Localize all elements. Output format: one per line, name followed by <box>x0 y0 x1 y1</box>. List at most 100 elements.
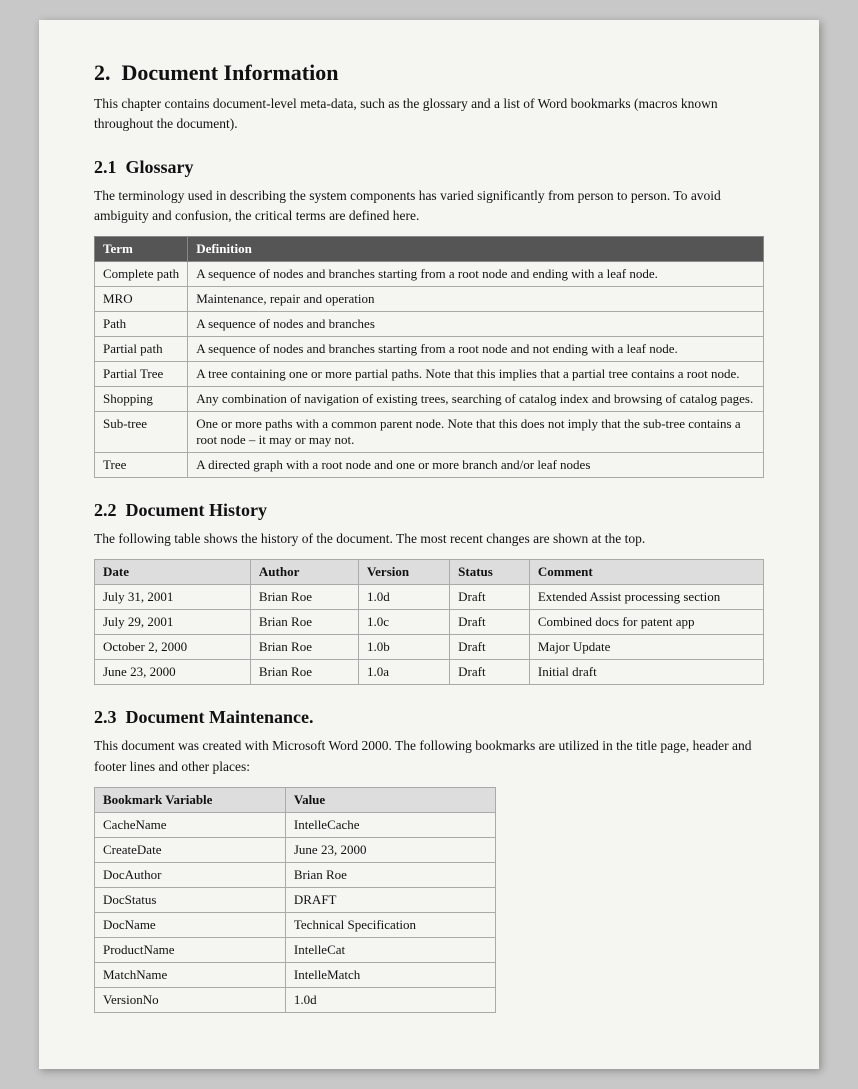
bookmark-value: IntelleCache <box>285 812 495 837</box>
history-cell: Combined docs for patent app <box>529 610 763 635</box>
glossary-table: Term Definition Complete pathA sequence … <box>94 236 764 478</box>
glossary-term: Sub-tree <box>95 412 188 453</box>
bookmark-value: 1.0d <box>285 987 495 1012</box>
bookmark-variable: CreateDate <box>95 837 286 862</box>
glossary-row: Partial pathA sequence of nodes and bran… <box>95 337 764 362</box>
glossary-row: PathA sequence of nodes and branches <box>95 312 764 337</box>
glossary-term: Partial Tree <box>95 362 188 387</box>
history-cell: Brian Roe <box>250 635 358 660</box>
glossary-row: ShoppingAny combination of navigation of… <box>95 387 764 412</box>
history-row: June 23, 2000Brian Roe1.0aDraftInitial d… <box>95 660 764 685</box>
glossary-definition: A sequence of nodes and branches startin… <box>188 337 764 362</box>
section-number: 2. <box>94 60 111 85</box>
glossary-definition: A directed graph with a root node and on… <box>188 453 764 478</box>
glossary-row: Partial TreeA tree containing one or mor… <box>95 362 764 387</box>
glossary-row: TreeA directed graph with a root node an… <box>95 453 764 478</box>
glossary-definition: One or more paths with a common parent n… <box>188 412 764 453</box>
glossary-definition: A sequence of nodes and branches <box>188 312 764 337</box>
subsection-2-2-heading: Document History <box>126 500 267 520</box>
bookmark-variable: DocAuthor <box>95 862 286 887</box>
history-col-author: Author <box>250 560 358 585</box>
bookmark-value: Brian Roe <box>285 862 495 887</box>
bookmark-row: CreateDateJune 23, 2000 <box>95 837 496 862</box>
subsection-2-1-title: 2.1 Glossary <box>94 157 764 178</box>
history-row: July 29, 2001Brian Roe1.0cDraftCombined … <box>95 610 764 635</box>
bookmark-row: MatchNameIntelleMatch <box>95 962 496 987</box>
subsection-2-3-number: 2.3 <box>94 707 117 727</box>
subsection-2-2-number: 2.2 <box>94 500 117 520</box>
glossary-term: Tree <box>95 453 188 478</box>
glossary-row: MROMaintenance, repair and operation <box>95 287 764 312</box>
bookmark-col-bookmark-variable: Bookmark Variable <box>95 787 286 812</box>
history-col-comment: Comment <box>529 560 763 585</box>
page: 2. Document Information This chapter con… <box>39 20 819 1069</box>
history-cell: 1.0d <box>358 585 449 610</box>
glossary-definition: A sequence of nodes and branches startin… <box>188 262 764 287</box>
section-heading: Document Information <box>122 60 339 85</box>
glossary-term: Path <box>95 312 188 337</box>
history-cell: Brian Roe <box>250 585 358 610</box>
bookmark-value: DRAFT <box>285 887 495 912</box>
subsection-2-3-heading: Document Maintenance. <box>126 707 314 727</box>
history-table: DateAuthorVersionStatusComment July 31, … <box>94 559 764 685</box>
bookmark-row: VersionNo1.0d <box>95 987 496 1012</box>
glossary-definition: Any combination of navigation of existin… <box>188 387 764 412</box>
section-title: 2. Document Information <box>94 60 764 86</box>
history-cell: Brian Roe <box>250 660 358 685</box>
glossary-intro: The terminology used in describing the s… <box>94 186 764 227</box>
history-cell: Draft <box>450 660 530 685</box>
glossary-col-term: Term <box>95 237 188 262</box>
bookmark-row: CacheNameIntelleCache <box>95 812 496 837</box>
history-cell: Extended Assist processing section <box>529 585 763 610</box>
bookmark-variable: DocStatus <box>95 887 286 912</box>
glossary-row: Complete pathA sequence of nodes and bra… <box>95 262 764 287</box>
glossary-definition: A tree containing one or more partial pa… <box>188 362 764 387</box>
subsection-2-1-heading: Glossary <box>126 157 194 177</box>
bookmark-value: June 23, 2000 <box>285 837 495 862</box>
bookmark-value: IntelleMatch <box>285 962 495 987</box>
history-cell: July 29, 2001 <box>95 610 251 635</box>
history-col-date: Date <box>95 560 251 585</box>
history-row: October 2, 2000Brian Roe1.0bDraftMajor U… <box>95 635 764 660</box>
history-cell: Brian Roe <box>250 610 358 635</box>
maintenance-intro: This document was created with Microsoft… <box>94 736 764 777</box>
history-cell: Major Update <box>529 635 763 660</box>
history-row: July 31, 2001Brian Roe1.0dDraftExtended … <box>95 585 764 610</box>
history-intro: The following table shows the history of… <box>94 529 764 549</box>
section-intro: This chapter contains document-level met… <box>94 94 764 135</box>
glossary-term: Complete path <box>95 262 188 287</box>
bookmark-variable: ProductName <box>95 937 286 962</box>
bookmark-row: ProductNameIntelleCat <box>95 937 496 962</box>
glossary-row: Sub-treeOne or more paths with a common … <box>95 412 764 453</box>
bookmark-variable: VersionNo <box>95 987 286 1012</box>
glossary-col-definition: Definition <box>188 237 764 262</box>
glossary-definition: Maintenance, repair and operation <box>188 287 764 312</box>
history-cell: June 23, 2000 <box>95 660 251 685</box>
history-cell: 1.0b <box>358 635 449 660</box>
bookmark-row: DocStatusDRAFT <box>95 887 496 912</box>
glossary-term: Shopping <box>95 387 188 412</box>
history-cell: October 2, 2000 <box>95 635 251 660</box>
bookmark-table: Bookmark VariableValue CacheNameIntelleC… <box>94 787 496 1013</box>
glossary-term: Partial path <box>95 337 188 362</box>
subsection-2-3-title: 2.3 Document Maintenance. <box>94 707 764 728</box>
history-cell: 1.0c <box>358 610 449 635</box>
bookmark-variable: DocName <box>95 912 286 937</box>
bookmark-col-value: Value <box>285 787 495 812</box>
subsection-2-1-number: 2.1 <box>94 157 117 177</box>
bookmark-row: DocNameTechnical Specification <box>95 912 496 937</box>
history-cell: Draft <box>450 585 530 610</box>
history-cell: Draft <box>450 635 530 660</box>
history-cell: July 31, 2001 <box>95 585 251 610</box>
history-col-version: Version <box>358 560 449 585</box>
history-cell: Initial draft <box>529 660 763 685</box>
glossary-term: MRO <box>95 287 188 312</box>
bookmark-value: Technical Specification <box>285 912 495 937</box>
history-cell: 1.0a <box>358 660 449 685</box>
subsection-2-2-title: 2.2 Document History <box>94 500 764 521</box>
bookmark-variable: MatchName <box>95 962 286 987</box>
bookmark-variable: CacheName <box>95 812 286 837</box>
bookmark-row: DocAuthorBrian Roe <box>95 862 496 887</box>
bookmark-value: IntelleCat <box>285 937 495 962</box>
history-col-status: Status <box>450 560 530 585</box>
